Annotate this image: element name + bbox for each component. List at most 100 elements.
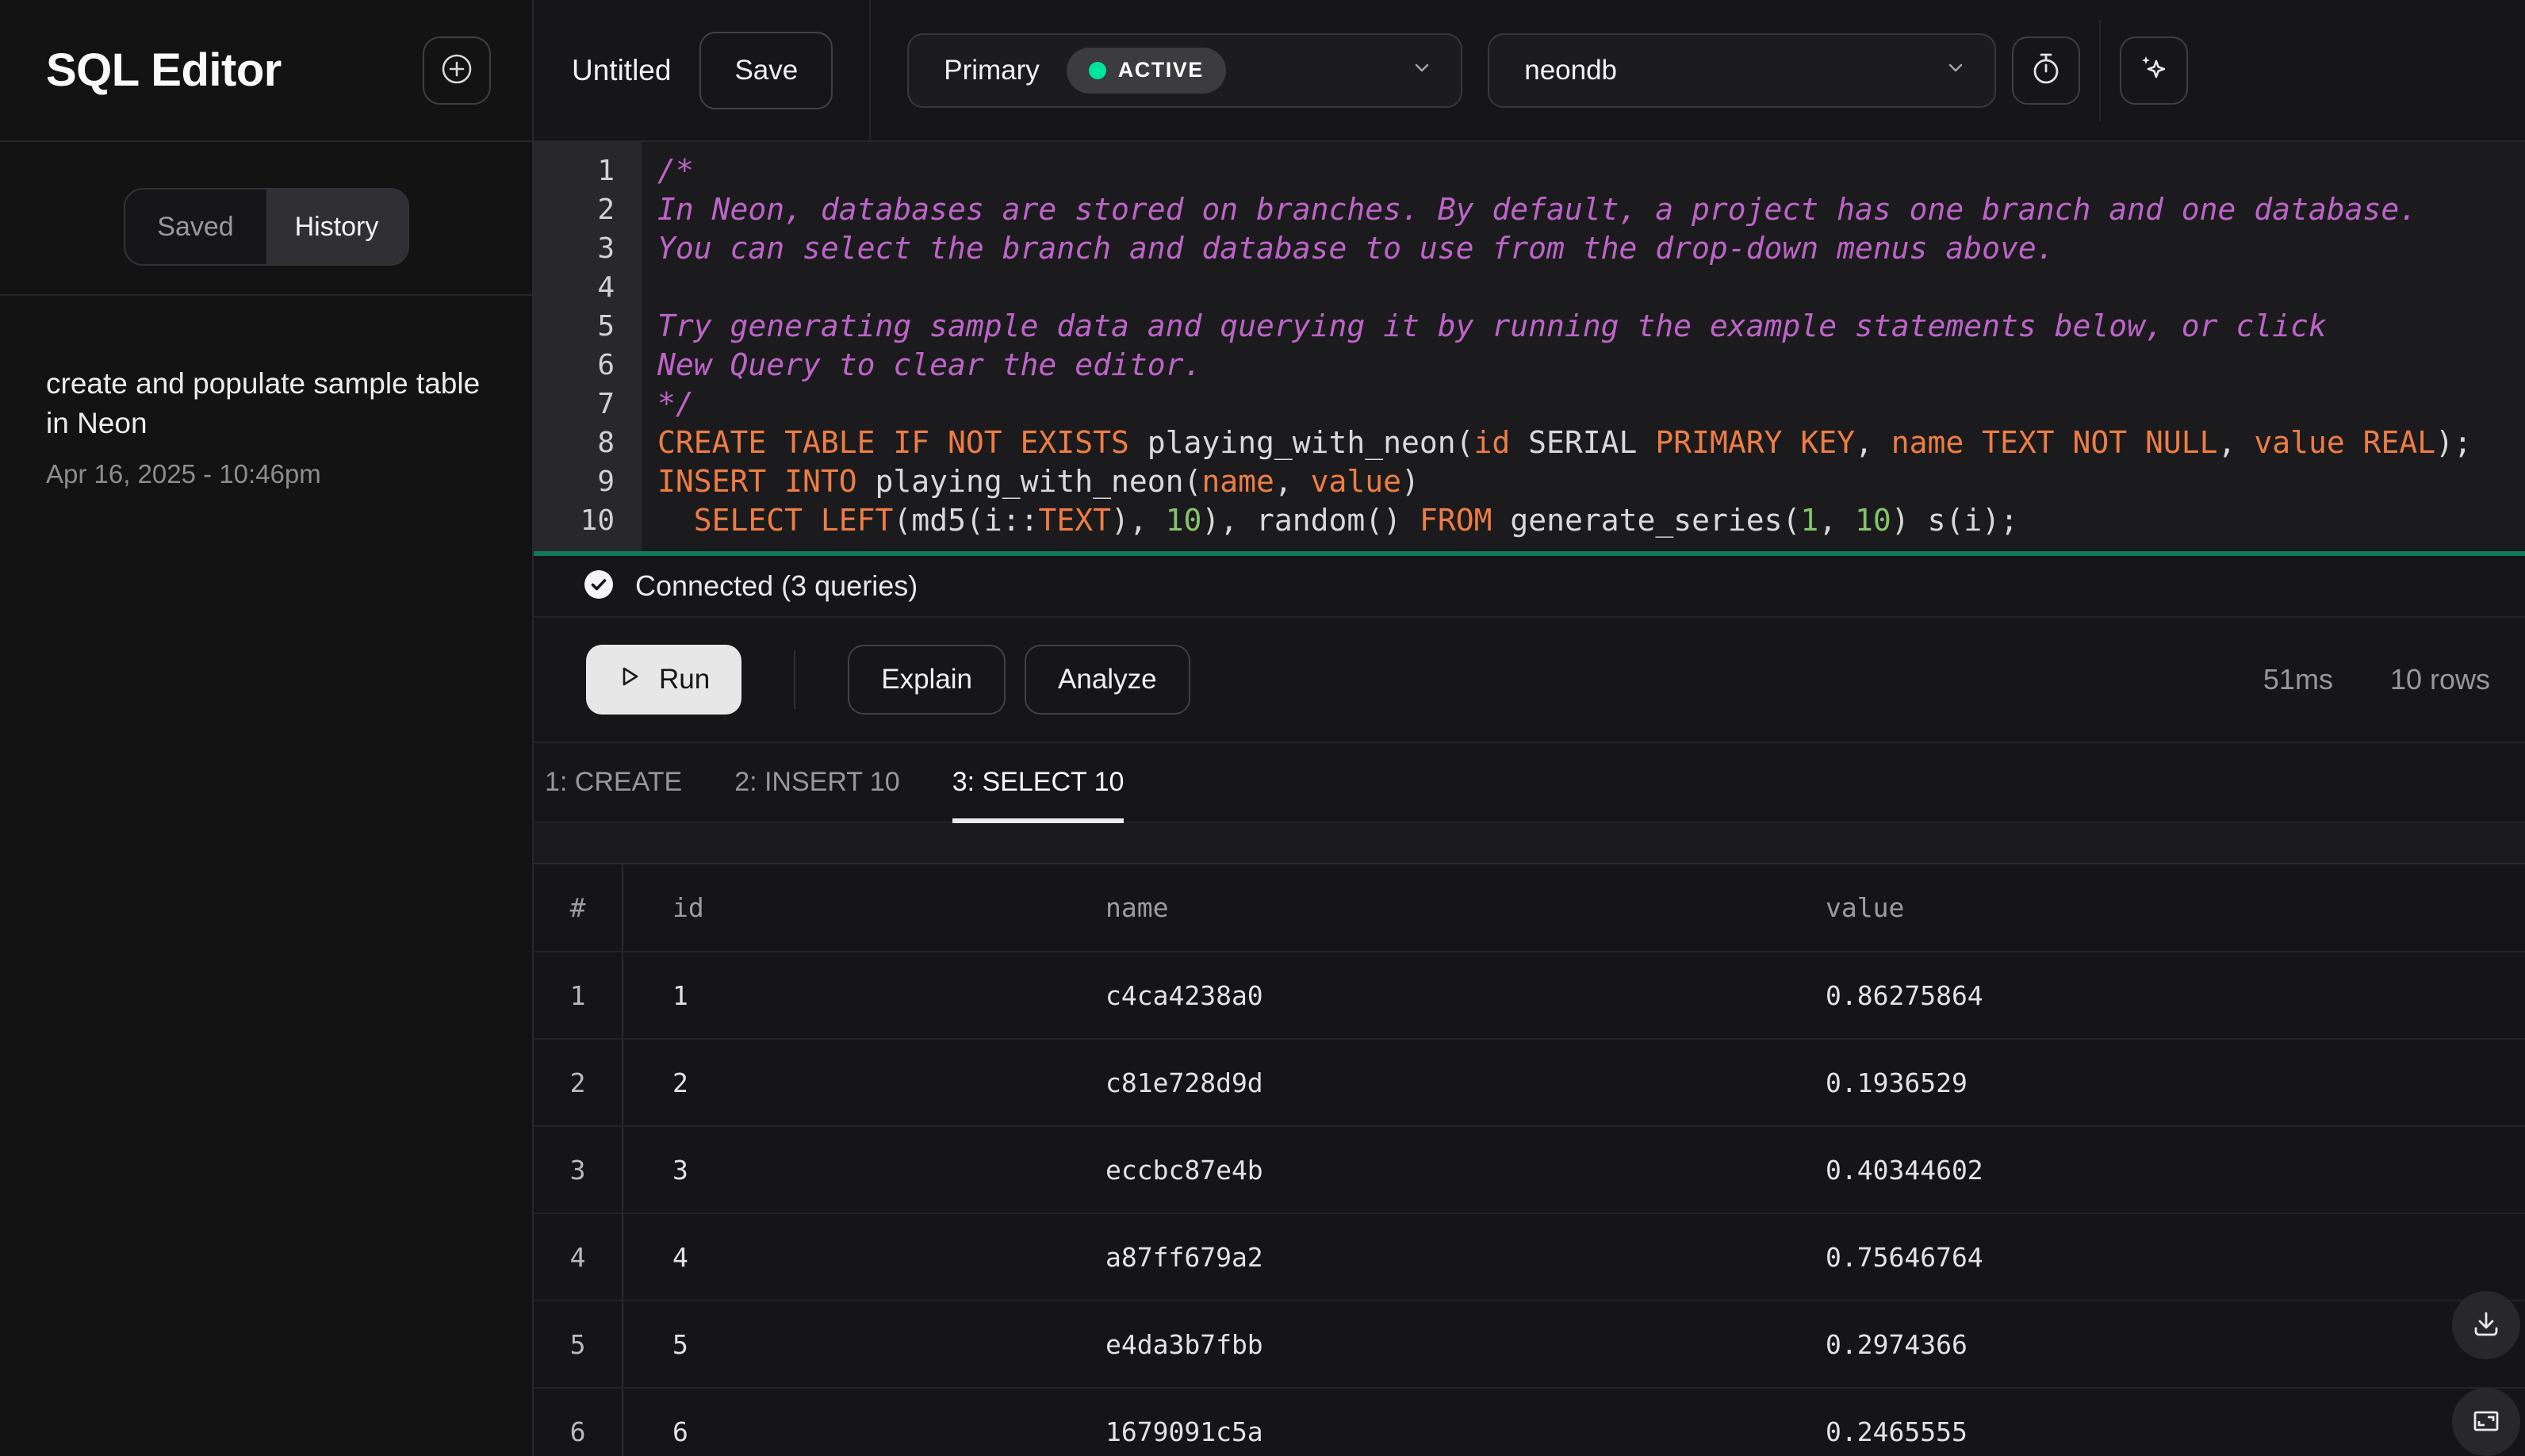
name-cell: eccbc87e4b bbox=[1056, 1126, 1776, 1214]
line-number: 6 bbox=[597, 349, 615, 381]
table-row: 2 2 c81e728d9d 0.1936529 bbox=[534, 1039, 2525, 1127]
value-cell: 0.86275864 bbox=[1776, 952, 2525, 1040]
row-index-cell: 4 bbox=[534, 1213, 623, 1301]
line-number: 3 bbox=[597, 232, 615, 265]
line-numbers: 1 2 3 4 5 6 7 8 9 10 bbox=[534, 142, 642, 551]
sparkles-icon bbox=[2135, 50, 2173, 90]
row-index-cell: 5 bbox=[534, 1301, 623, 1389]
code-line: */ bbox=[657, 386, 694, 421]
sidebar: SQL Editor Saved History create and popu… bbox=[0, 0, 534, 1456]
run-button[interactable]: Run bbox=[586, 645, 742, 715]
branch-select[interactable]: Primary ACTIVE bbox=[907, 33, 1463, 108]
query-duration: 51ms bbox=[2263, 663, 2333, 695]
results-column-header: value bbox=[1776, 864, 2525, 952]
table-row: 4 4 a87ff679a2 0.75646764 bbox=[534, 1213, 2525, 1301]
line-number: 7 bbox=[597, 388, 615, 420]
line-number: 9 bbox=[597, 466, 615, 498]
code-line: SELECT LEFT(md5(i::TEXT), 10), random() … bbox=[693, 503, 2018, 538]
sql-editor: 1 2 3 4 5 6 7 8 9 10 /* In Neon, databases are sto… bbox=[534, 142, 2525, 551]
query-duration-button[interactable] bbox=[2012, 36, 2081, 105]
results-header-row: # id name value bbox=[534, 864, 2525, 952]
line-number: 1 bbox=[597, 155, 615, 187]
database-select[interactable]: neondb bbox=[1488, 33, 1997, 108]
stopwatch-icon bbox=[2028, 51, 2064, 90]
value-cell: 0.2465555 bbox=[1776, 1388, 2525, 1456]
chevron-down-icon bbox=[1410, 55, 1434, 86]
code-line: /* bbox=[657, 153, 694, 188]
code-line: You can select the branch and database t… bbox=[657, 231, 2055, 266]
value-cell: 0.2974366 bbox=[1776, 1301, 2525, 1389]
result-tab-2[interactable]: 2: INSERT 10 bbox=[734, 743, 900, 822]
download-results-button[interactable] bbox=[2452, 1291, 2520, 1359]
id-cell: 6 bbox=[623, 1388, 1056, 1456]
check-circle-icon bbox=[583, 569, 615, 604]
toolbar: Untitled Save Primary ACTIVE neondb bbox=[534, 0, 2525, 142]
history-list: create and populate sample table in Neon… bbox=[0, 296, 532, 489]
code-area[interactable]: /* In Neon, databases are stored on branc… bbox=[642, 142, 2525, 551]
results-column-header: name bbox=[1056, 864, 1776, 952]
results-table: # id name value 1 1 c4ca4238a0 0.86275864 2 2 c81… bbox=[534, 864, 2525, 1456]
explain-button[interactable]: Explain bbox=[848, 645, 1006, 715]
database-name: neondb bbox=[1524, 54, 1618, 86]
code-line: New Query to clear the editor. bbox=[657, 347, 1202, 382]
active-dot-icon bbox=[1088, 61, 1106, 79]
code-line: In Neon, databases are stored on branche… bbox=[657, 192, 2418, 227]
saved-history-toggle: Saved History bbox=[123, 188, 409, 266]
name-cell: e4da3b7fbb bbox=[1056, 1301, 1776, 1389]
code-line: Try generating sample data and querying … bbox=[657, 308, 2327, 343]
save-button[interactable]: Save bbox=[699, 31, 833, 109]
line-number: 8 bbox=[597, 427, 615, 459]
tab-history[interactable]: History bbox=[266, 190, 408, 264]
value-cell: 0.75646764 bbox=[1776, 1213, 2525, 1301]
row-index-cell: 3 bbox=[534, 1126, 623, 1214]
line-number: 5 bbox=[597, 310, 615, 343]
query-title: Untitled bbox=[572, 53, 672, 86]
table-row: 1 1 c4ca4238a0 0.86275864 bbox=[534, 952, 2525, 1040]
result-tabs: 1: CREATE 2: INSERT 10 3: SELECT 10 bbox=[534, 741, 2525, 823]
download-icon bbox=[2469, 1307, 2504, 1344]
branch-status-label: ACTIVE bbox=[1117, 58, 1204, 82]
value-cell: 0.1936529 bbox=[1776, 1039, 2525, 1127]
analyze-button[interactable]: Analyze bbox=[1025, 645, 1190, 715]
query-row-count: 10 rows bbox=[2389, 663, 2490, 695]
page-title: SQL Editor bbox=[46, 44, 282, 96]
line-number: 2 bbox=[597, 193, 615, 226]
history-item-title: create and populate sample table in Neon bbox=[46, 367, 481, 439]
ai-assist-button[interactable] bbox=[2120, 36, 2189, 105]
value-cell: 0.40344602 bbox=[1776, 1126, 2525, 1214]
results-spacer bbox=[534, 823, 2525, 863]
name-cell: 1679091c5a bbox=[1056, 1388, 1776, 1456]
saved-history-toggle-section: Saved History bbox=[0, 142, 532, 296]
table-row: 3 3 eccbc87e4b 0.40344602 bbox=[534, 1126, 2525, 1214]
results-column-header: id bbox=[623, 864, 1056, 952]
history-item[interactable]: create and populate sample table in Neon… bbox=[46, 364, 486, 489]
line-number: 4 bbox=[597, 271, 615, 304]
table-row: 6 6 1679091c5a 0.2465555 bbox=[534, 1388, 2525, 1456]
query-metrics: 51ms 10 rows bbox=[2263, 663, 2490, 696]
new-query-button[interactable] bbox=[423, 36, 491, 105]
history-item-date: Apr 16, 2025 - 10:46pm bbox=[46, 459, 321, 489]
actions-divider bbox=[794, 650, 796, 709]
chevron-down-icon bbox=[1944, 55, 1968, 86]
toolbar-divider bbox=[869, 0, 872, 140]
result-tab-3[interactable]: 3: SELECT 10 bbox=[952, 743, 1124, 823]
table-row: 5 5 e4da3b7fbb 0.2974366 bbox=[534, 1301, 2525, 1389]
actions-row: Run Explain Analyze 51ms 10 rows bbox=[534, 618, 2525, 741]
connection-status-text: Connected (3 queries) bbox=[635, 569, 918, 602]
sql-editor-app: SQL Editor Saved History create and popu… bbox=[0, 0, 2525, 1456]
expand-icon bbox=[2469, 1404, 2504, 1441]
line-number: 10 bbox=[580, 504, 615, 537]
main-panel: Untitled Save Primary ACTIVE neondb 1 2 … bbox=[534, 0, 2525, 1456]
branch-name: Primary bbox=[944, 54, 1040, 86]
id-cell: 5 bbox=[623, 1301, 1056, 1389]
tab-saved[interactable]: Saved bbox=[125, 190, 266, 264]
results-body: 1 1 c4ca4238a0 0.86275864 2 2 c81e728d9d 0.1936… bbox=[534, 952, 2525, 1456]
name-cell: c81e728d9d bbox=[1056, 1039, 1776, 1127]
toolbar-divider bbox=[2099, 19, 2102, 121]
result-tab-1[interactable]: 1: CREATE bbox=[545, 743, 682, 822]
expand-results-button[interactable] bbox=[2452, 1388, 2520, 1456]
id-cell: 4 bbox=[623, 1213, 1056, 1301]
row-index-cell: 2 bbox=[534, 1039, 623, 1127]
plus-circle-icon bbox=[439, 51, 475, 90]
